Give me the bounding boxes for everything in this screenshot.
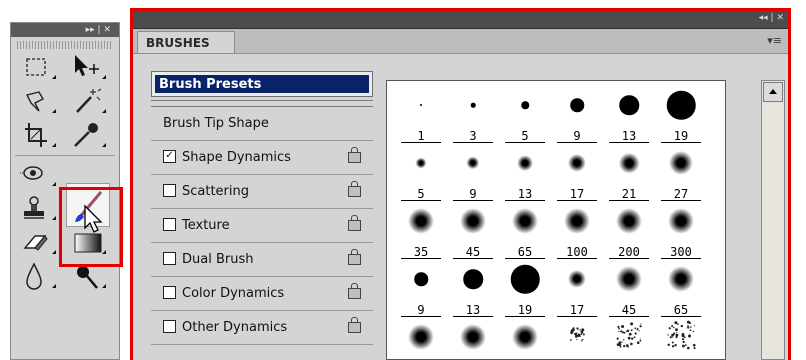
magic-wand-tool[interactable] (67, 85, 109, 117)
clone-stamp-tool[interactable] (17, 192, 59, 224)
tools-titlebar[interactable]: ▸▸ | ✕ (11, 23, 119, 37)
crop-tool[interactable] (17, 119, 59, 151)
rectangular-marquee-tool[interactable] (17, 51, 59, 83)
tools-titlebar-controls[interactable]: ▸▸ | ✕ (86, 25, 111, 35)
tools-grip[interactable] (17, 41, 113, 49)
tool-row (11, 85, 119, 119)
tool-row (11, 51, 119, 85)
blur-tool[interactable] (17, 260, 59, 292)
lasso-tool[interactable] (17, 85, 59, 117)
eyedropper-tool[interactable] (67, 119, 109, 151)
brush-tool-highlight (59, 187, 123, 267)
brushes-panel-highlight (130, 8, 791, 360)
eraser-tool[interactable] (17, 226, 59, 258)
tool-row (11, 119, 119, 153)
spot-healing-tool[interactable] (17, 158, 59, 190)
tool-separator (15, 155, 115, 156)
move-tool[interactable] (67, 51, 109, 83)
